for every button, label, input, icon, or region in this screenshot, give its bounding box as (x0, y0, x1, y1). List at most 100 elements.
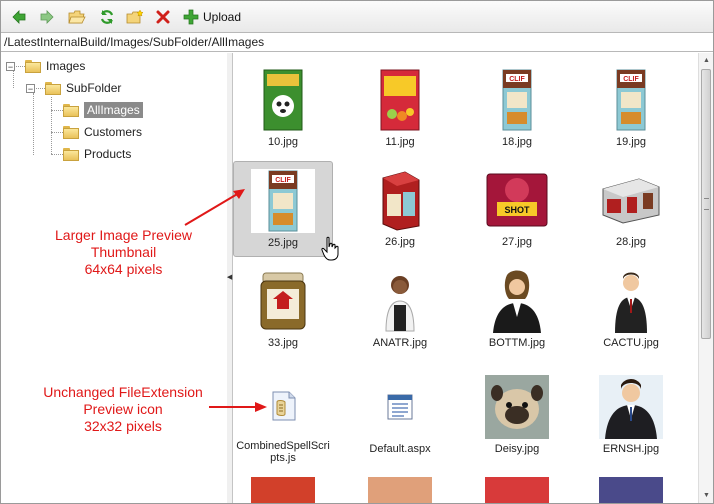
folder-icon (25, 59, 41, 73)
file-name-label: ANATR.jpg (372, 337, 428, 349)
file-item[interactable]: Default.aspx (350, 368, 450, 464)
annotation-line: Preview icon (83, 401, 163, 417)
thumbnail-image: CLIF (599, 68, 663, 132)
file-name-label: 19.jpg (616, 136, 646, 148)
thumbnail-image (368, 269, 432, 333)
folder-icon (63, 125, 79, 139)
annotation-line: 32x32 pixels (84, 418, 162, 434)
file-item[interactable]: 26.jpg (350, 161, 450, 257)
file-item[interactable]: 33.jpg (233, 262, 333, 358)
file-name-label: BOTTM.jpg (488, 337, 546, 349)
forward-icon[interactable] (37, 7, 57, 27)
thumbnail-image (599, 269, 663, 333)
annotation-icon: Unchanged FileExtension Preview icon 32x… (23, 384, 223, 435)
thumbnail-image: CLIF (251, 169, 315, 233)
collapse-images-toggle[interactable]: − (6, 62, 15, 72)
thumbnail-image (368, 168, 432, 232)
file-name-label: ERNSH.jpg (602, 443, 660, 455)
file-name-label: 28.jpg (616, 236, 646, 248)
folder-icon (63, 103, 79, 117)
file-item[interactable]: CombinedSpellScripts.js (233, 368, 333, 464)
tree-node-customers[interactable]: Customers (63, 123, 142, 141)
file-item[interactable]: CLIF 19.jpg (581, 61, 681, 157)
file-item[interactable]: SHOT 27.jpg (467, 161, 567, 257)
thumbnail-image: CLIF (485, 68, 549, 132)
folder-icon (63, 147, 79, 161)
open-folder-icon[interactable] (67, 7, 87, 27)
file-item[interactable]: 11.jpg (350, 61, 450, 157)
scroll-up-icon[interactable]: ▲ (699, 53, 713, 68)
tree-node-label: Products (84, 147, 132, 161)
annotation-line: 64x64 pixels (84, 261, 163, 277)
upload-button[interactable]: Upload (183, 7, 241, 27)
tree-node-label: Customers (84, 125, 143, 139)
tree-node-label: AllImages (84, 102, 143, 118)
scroll-down-icon[interactable]: ▼ (699, 488, 713, 503)
thumbnail-image (368, 68, 432, 132)
file-name-label: Deisy.jpg (494, 443, 540, 455)
path-bar[interactable]: /LatestInternalBuild/Images/SubFolder/Al… (1, 33, 713, 52)
annotation-line: Unchanged FileExtension (43, 384, 203, 400)
hand-cursor-icon (321, 236, 339, 261)
file-item[interactable]: ANATR.jpg (350, 262, 450, 358)
new-folder-icon[interactable] (125, 7, 145, 27)
thumbnail-image (599, 375, 663, 439)
file-name-label: CACTU.jpg (603, 337, 659, 349)
file-name-label: 10.jpg (268, 136, 298, 148)
plus-icon (183, 9, 199, 25)
thumbnail-image[interactable] (599, 477, 663, 503)
thumbnail-image[interactable] (485, 477, 549, 503)
file-name-label: 25.jpg (268, 237, 298, 249)
file-name-label: 27.jpg (502, 236, 532, 248)
thumbnail-image[interactable] (368, 477, 432, 503)
folder-tree: − Images − SubFolder AllImages Customers… (1, 53, 228, 503)
file-name-label: 26.jpg (385, 236, 415, 248)
thumbnail-image (251, 269, 315, 333)
collapse-arrow-icon[interactable]: ◀ (227, 271, 232, 283)
svg-text:CLIF: CLIF (275, 177, 291, 184)
file-name-label: 11.jpg (385, 136, 415, 148)
thumbnail-image (599, 168, 663, 232)
annotation-arrow-icon (209, 402, 267, 412)
back-icon[interactable] (9, 7, 29, 27)
tree-node-allimages[interactable]: AllImages (63, 101, 143, 119)
file-grid: 10.jpg 11.jpg CLIF 18.jpg CLIF 19.jpg CLIF 25.j… (233, 53, 697, 503)
svg-text:CLIF: CLIF (509, 76, 525, 83)
scroll-thumb[interactable] (701, 69, 711, 339)
file-item[interactable]: Deisy.jpg (467, 368, 567, 464)
tree-node-label: Images (46, 59, 86, 73)
file-item[interactable]: 28.jpg (581, 161, 681, 257)
tree-node-products[interactable]: Products (63, 145, 131, 163)
thumbnail-image (485, 269, 549, 333)
annotation-arrow-icon (184, 189, 245, 226)
file-name-label: 18.jpg (502, 136, 532, 148)
file-type-icon (368, 375, 432, 439)
collapse-subfolder-toggle[interactable]: − (26, 84, 35, 94)
vertical-scrollbar[interactable]: ▲ ▼ (698, 53, 713, 503)
delete-icon[interactable] (153, 7, 173, 27)
folder-icon (45, 81, 61, 95)
annotation-line: Thumbnail (90, 244, 157, 260)
thumbnail-image[interactable] (251, 477, 315, 503)
upload-label: Upload (203, 10, 242, 24)
toolbar: Upload (1, 1, 713, 33)
refresh-icon[interactable] (97, 7, 117, 27)
tree-node-subfolder[interactable]: SubFolder (45, 79, 121, 97)
file-name-label: Default.aspx (369, 443, 431, 455)
file-name-label: CombinedSpellScripts.js (236, 440, 330, 464)
annotation-preview: Larger Image Preview Thumbnail 64x64 pix… (31, 227, 216, 278)
file-item[interactable]: CACTU.jpg (581, 262, 681, 358)
file-item[interactable]: CLIF 18.jpg (467, 61, 567, 157)
thumbnail-image: SHOT (485, 168, 549, 232)
svg-text:CLIF: CLIF (623, 76, 639, 83)
thumbnail-image (251, 68, 315, 132)
file-explorer-window: Upload /LatestInternalBuild/Images/SubFo… (0, 0, 714, 504)
tree-node-label: SubFolder (66, 81, 122, 95)
file-item[interactable]: BOTTM.jpg (467, 262, 567, 358)
file-item[interactable]: ERNSH.jpg (581, 368, 681, 464)
tree-node-images[interactable]: Images (25, 57, 85, 75)
svg-text:SHOT: SHOT (504, 205, 530, 215)
thumbnail-image (485, 375, 549, 439)
file-item[interactable]: 10.jpg (233, 61, 333, 157)
file-name-label: 33.jpg (268, 337, 298, 349)
